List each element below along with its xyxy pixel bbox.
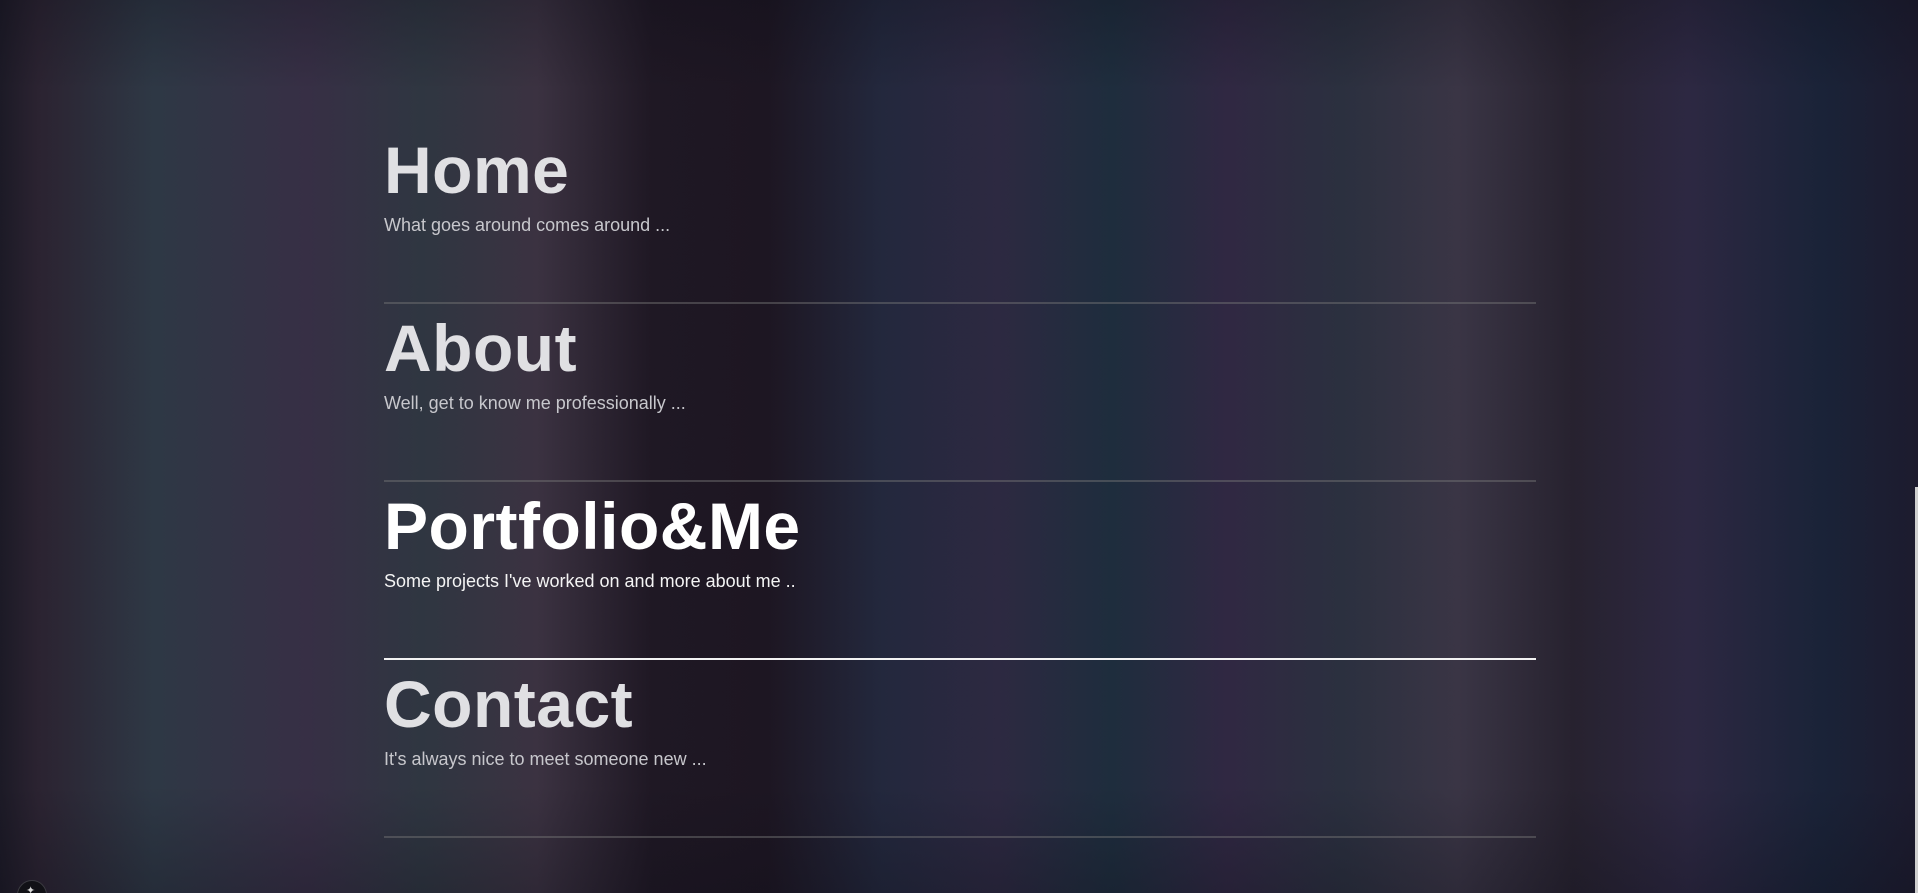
menu-item-title: About [384,311,578,385]
menu-item-title: Home [384,133,570,207]
sparkle-icon: ✦ [26,885,36,893]
menu-item-contact[interactable]: Contact It's always nice to meet someone… [384,660,1536,838]
main-menu: Home What goes around comes around ... A… [384,126,1536,838]
menu-item-title: Contact [384,667,634,741]
menu-item-title: Portfolio&Me [384,489,801,563]
menu-item-subtitle: It's always nice to meet someone new ... [384,749,707,769]
menu-item-subtitle: Some projects I've worked on and more ab… [384,571,796,591]
corner-badge[interactable]: ✦ [17,880,47,893]
menu-item-subtitle: Well, get to know me professionally ... [384,393,686,413]
menu-item-portfolio[interactable]: Portfolio&Me Some projects I've worked o… [384,482,1536,660]
menu-item-home[interactable]: Home What goes around comes around ... [384,126,1536,304]
menu-item-subtitle: What goes around comes around ... [384,215,671,235]
menu-item-about[interactable]: About Well, get to know me professionall… [384,304,1536,482]
